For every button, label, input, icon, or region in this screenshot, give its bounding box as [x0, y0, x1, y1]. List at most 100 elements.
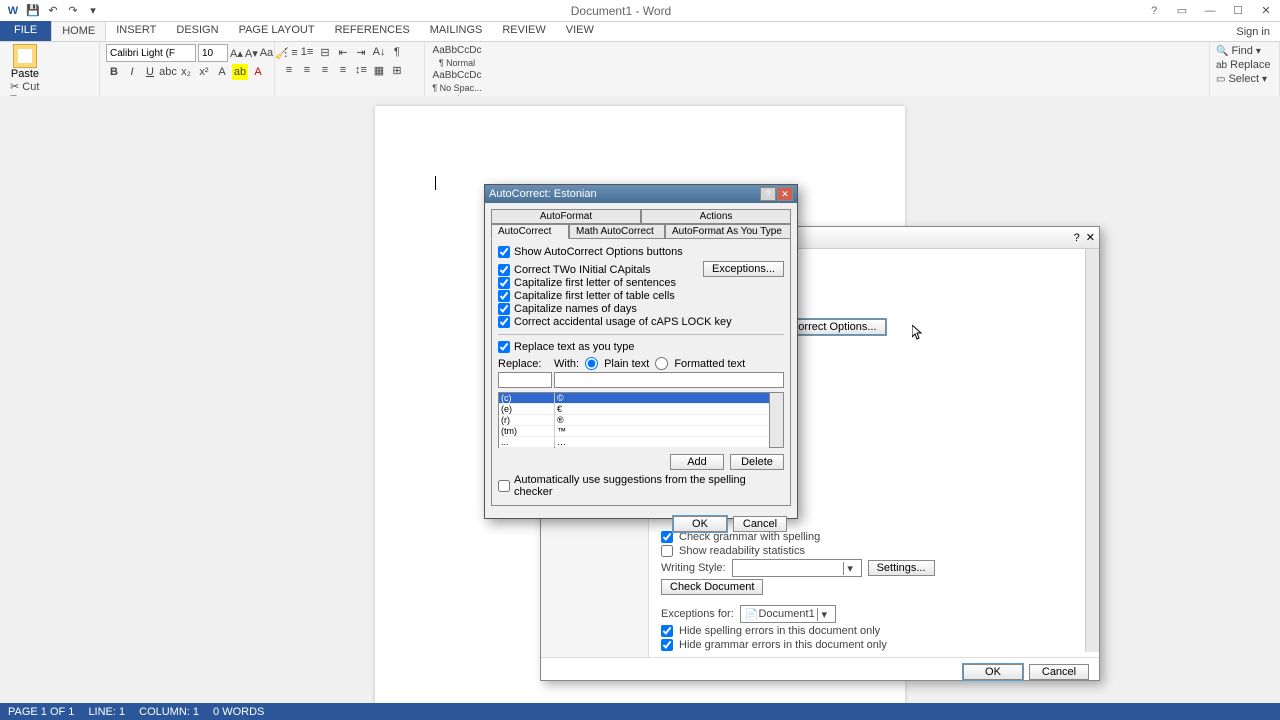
options-scrollbar[interactable] [1085, 249, 1099, 652]
tab-page-layout[interactable]: PAGE LAYOUT [229, 21, 325, 41]
check-document-button[interactable]: Check Document [661, 579, 763, 595]
tab-view[interactable]: VIEW [556, 21, 604, 41]
text-effects-icon[interactable]: A [214, 64, 230, 80]
line-spacing-icon[interactable]: ↕≡ [353, 62, 369, 78]
redo-icon[interactable]: ↷ [64, 2, 82, 20]
cap-sentences-label: Capitalize first letter of sentences [514, 277, 676, 289]
multilevel-icon[interactable]: ⊟ [317, 44, 333, 60]
plain-text-radio[interactable] [585, 357, 598, 370]
options-close-icon[interactable]: ✕ [1086, 231, 1095, 244]
tab-autoformat-type[interactable]: AutoFormat As You Type [665, 224, 791, 239]
ribbon-options-icon[interactable]: ▭ [1168, 0, 1196, 22]
help-icon[interactable]: ? [1140, 0, 1168, 22]
settings-button[interactable]: Settings... [868, 560, 935, 576]
hide-grammar-chk[interactable] [661, 639, 673, 651]
cap-days-chk[interactable] [498, 303, 510, 315]
increase-indent-icon[interactable]: ⇥ [353, 44, 369, 60]
find-button[interactable]: 🔍 Find ▾ [1216, 44, 1273, 58]
replace-button[interactable]: ab Replace [1216, 58, 1273, 72]
tab-mailings[interactable]: MAILINGS [420, 21, 493, 41]
status-page[interactable]: PAGE 1 OF 1 [8, 706, 74, 718]
select-button[interactable]: ▭ Select ▾ [1216, 72, 1273, 86]
tab-autocorrect[interactable]: AutoCorrect [491, 224, 569, 239]
tab-design[interactable]: DESIGN [166, 21, 228, 41]
close-icon[interactable]: ✕ [1252, 0, 1280, 22]
autocorrect-list[interactable]: (c)(e)(r)(tm)... ©€®™… [498, 392, 784, 448]
exceptions-button[interactable]: Exceptions... [703, 261, 784, 277]
replace-type-chk[interactable] [498, 341, 510, 353]
autocorrect-help-icon[interactable]: ? [760, 187, 776, 201]
font-group: A▴ A▾ Aa 🧹 B I U abc x₂ x² A ab A [100, 42, 275, 101]
status-words[interactable]: 0 WORDS [213, 706, 264, 718]
font-name-combo[interactable] [106, 44, 196, 62]
justify-icon[interactable]: ≡ [335, 62, 351, 78]
correct-caps-chk[interactable] [498, 316, 510, 328]
save-icon[interactable]: 💾 [24, 2, 42, 20]
shading-icon[interactable]: ▦ [371, 62, 387, 78]
style-nospac[interactable]: AaBbCcDc¶ No Spac... [431, 69, 483, 94]
tab-references[interactable]: REFERENCES [325, 21, 420, 41]
writing-style-combo[interactable]: ▾ [732, 559, 862, 577]
file-tab[interactable]: FILE [0, 21, 51, 41]
qat-dropdown-icon[interactable]: ▾ [84, 2, 102, 20]
cut-button[interactable]: ✂ Cut [10, 80, 93, 93]
plain-label: Plain text [604, 358, 649, 370]
numbering-icon[interactable]: 1≡ [299, 44, 315, 60]
underline-button[interactable]: U [142, 64, 158, 80]
correct-two-chk[interactable] [498, 264, 510, 276]
decrease-indent-icon[interactable]: ⇤ [335, 44, 351, 60]
tab-actions[interactable]: Actions [641, 209, 791, 224]
tab-review[interactable]: REVIEW [492, 21, 555, 41]
show-readability-chk[interactable] [661, 545, 673, 557]
autocorrect-close-icon[interactable]: ✕ [777, 187, 793, 201]
list-scrollbar[interactable] [769, 393, 783, 447]
autocorrect-cancel-button[interactable]: Cancel [733, 516, 787, 532]
options-cancel-button[interactable]: Cancel [1029, 664, 1089, 680]
font-size-combo[interactable] [198, 44, 228, 62]
shrink-font-icon[interactable]: A▾ [245, 45, 258, 61]
replace-input[interactable] [498, 372, 552, 388]
signin-link[interactable]: Sign in [1226, 23, 1280, 41]
with-input[interactable] [554, 372, 784, 388]
hide-spelling-chk[interactable] [661, 625, 673, 637]
font-color-icon[interactable]: A [250, 64, 266, 80]
exceptions-combo[interactable]: 📄 Document1▾ [740, 605, 836, 623]
writing-style-label: Writing Style: [661, 562, 726, 574]
align-right-icon[interactable]: ≡ [317, 62, 333, 78]
italic-button[interactable]: I [124, 64, 140, 80]
change-case-icon[interactable]: Aa [260, 45, 273, 61]
align-left-icon[interactable]: ≡ [281, 62, 297, 78]
options-ok-button[interactable]: OK [963, 664, 1023, 680]
auto-suggest-chk[interactable] [498, 480, 510, 492]
maximize-icon[interactable]: ☐ [1224, 0, 1252, 22]
highlight-icon[interactable]: ab [232, 64, 248, 80]
tab-autoformat[interactable]: AutoFormat [491, 209, 641, 224]
subscript-button[interactable]: x₂ [178, 64, 194, 80]
status-line[interactable]: LINE: 1 [88, 706, 125, 718]
autocorrect-ok-button[interactable]: OK [673, 516, 727, 532]
minimize-icon[interactable]: — [1196, 0, 1224, 22]
sort-icon[interactable]: A↓ [371, 44, 387, 60]
bold-button[interactable]: B [106, 64, 122, 80]
formatted-radio[interactable] [655, 357, 668, 370]
superscript-button[interactable]: x² [196, 64, 212, 80]
style-normal[interactable]: AaBbCcDc¶ Normal [431, 44, 483, 69]
tab-math-autocorrect[interactable]: Math AutoCorrect [569, 224, 665, 239]
cap-sentences-chk[interactable] [498, 277, 510, 289]
borders-icon[interactable]: ⊞ [389, 62, 405, 78]
tab-insert[interactable]: INSERT [106, 21, 166, 41]
status-column[interactable]: COLUMN: 1 [139, 706, 199, 718]
bullets-icon[interactable]: ⋮≡ [281, 44, 297, 60]
add-button[interactable]: Add [670, 454, 724, 470]
cap-cells-chk[interactable] [498, 290, 510, 302]
strike-button[interactable]: abc [160, 64, 176, 80]
align-center-icon[interactable]: ≡ [299, 62, 315, 78]
show-buttons-chk[interactable] [498, 246, 510, 258]
paste-button[interactable]: Paste [6, 44, 44, 80]
delete-button[interactable]: Delete [730, 454, 784, 470]
show-marks-icon[interactable]: ¶ [389, 44, 405, 60]
undo-icon[interactable]: ↶ [44, 2, 62, 20]
tab-home[interactable]: HOME [51, 21, 106, 41]
grow-font-icon[interactable]: A▴ [230, 45, 243, 61]
options-help-icon[interactable]: ? [1074, 232, 1080, 244]
